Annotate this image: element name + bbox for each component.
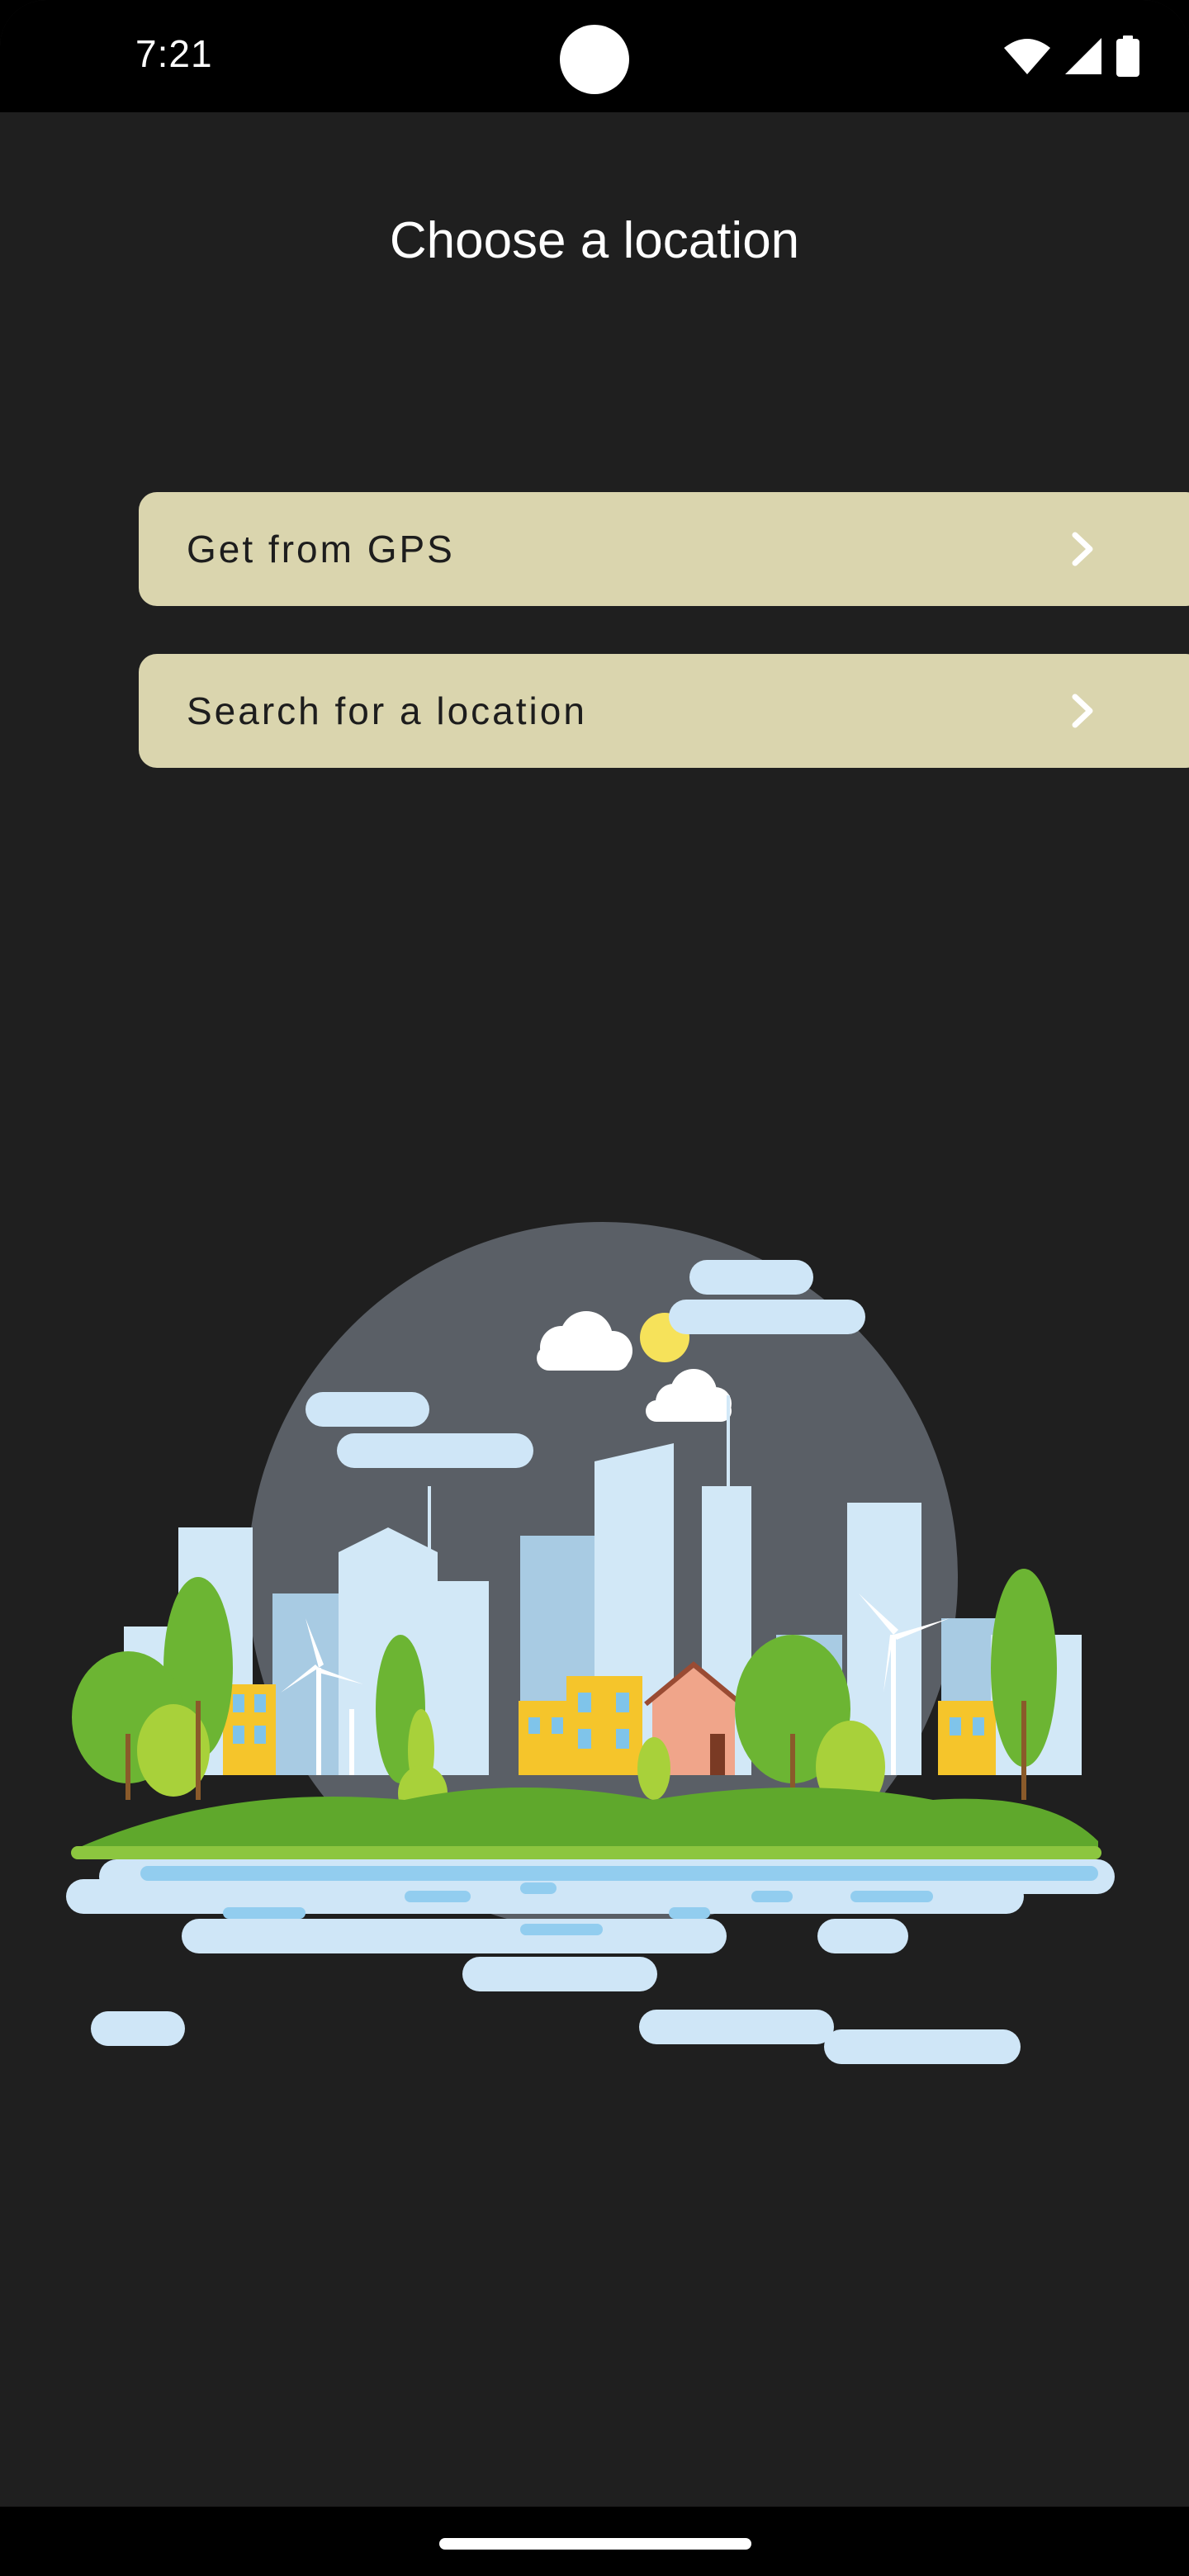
wifi-icon xyxy=(1004,39,1050,74)
get-from-gps-label: Get from GPS xyxy=(187,528,455,571)
status-bar: 7:21 xyxy=(0,0,1189,112)
page-title: Choose a location xyxy=(389,212,800,269)
status-time: 7:21 xyxy=(135,32,213,75)
battery-icon xyxy=(1116,36,1139,77)
cell-signal-icon xyxy=(1065,38,1101,74)
city-skyline-illustration xyxy=(66,1222,1115,2064)
search-location-label: Search for a location xyxy=(187,689,587,732)
status-icons xyxy=(1004,33,1139,79)
camera-cutout xyxy=(560,25,629,94)
app-screen: 7:21 Choose a location Get from GPS Sear… xyxy=(0,0,1189,2576)
navigation-bar xyxy=(0,2507,1189,2576)
chevron-right-icon xyxy=(1072,694,1093,728)
search-location-button[interactable]: Search for a location xyxy=(139,654,1189,768)
chevron-right-icon xyxy=(1072,532,1093,566)
home-gesture-handle[interactable] xyxy=(439,2538,751,2550)
get-from-gps-button[interactable]: Get from GPS xyxy=(139,492,1189,606)
